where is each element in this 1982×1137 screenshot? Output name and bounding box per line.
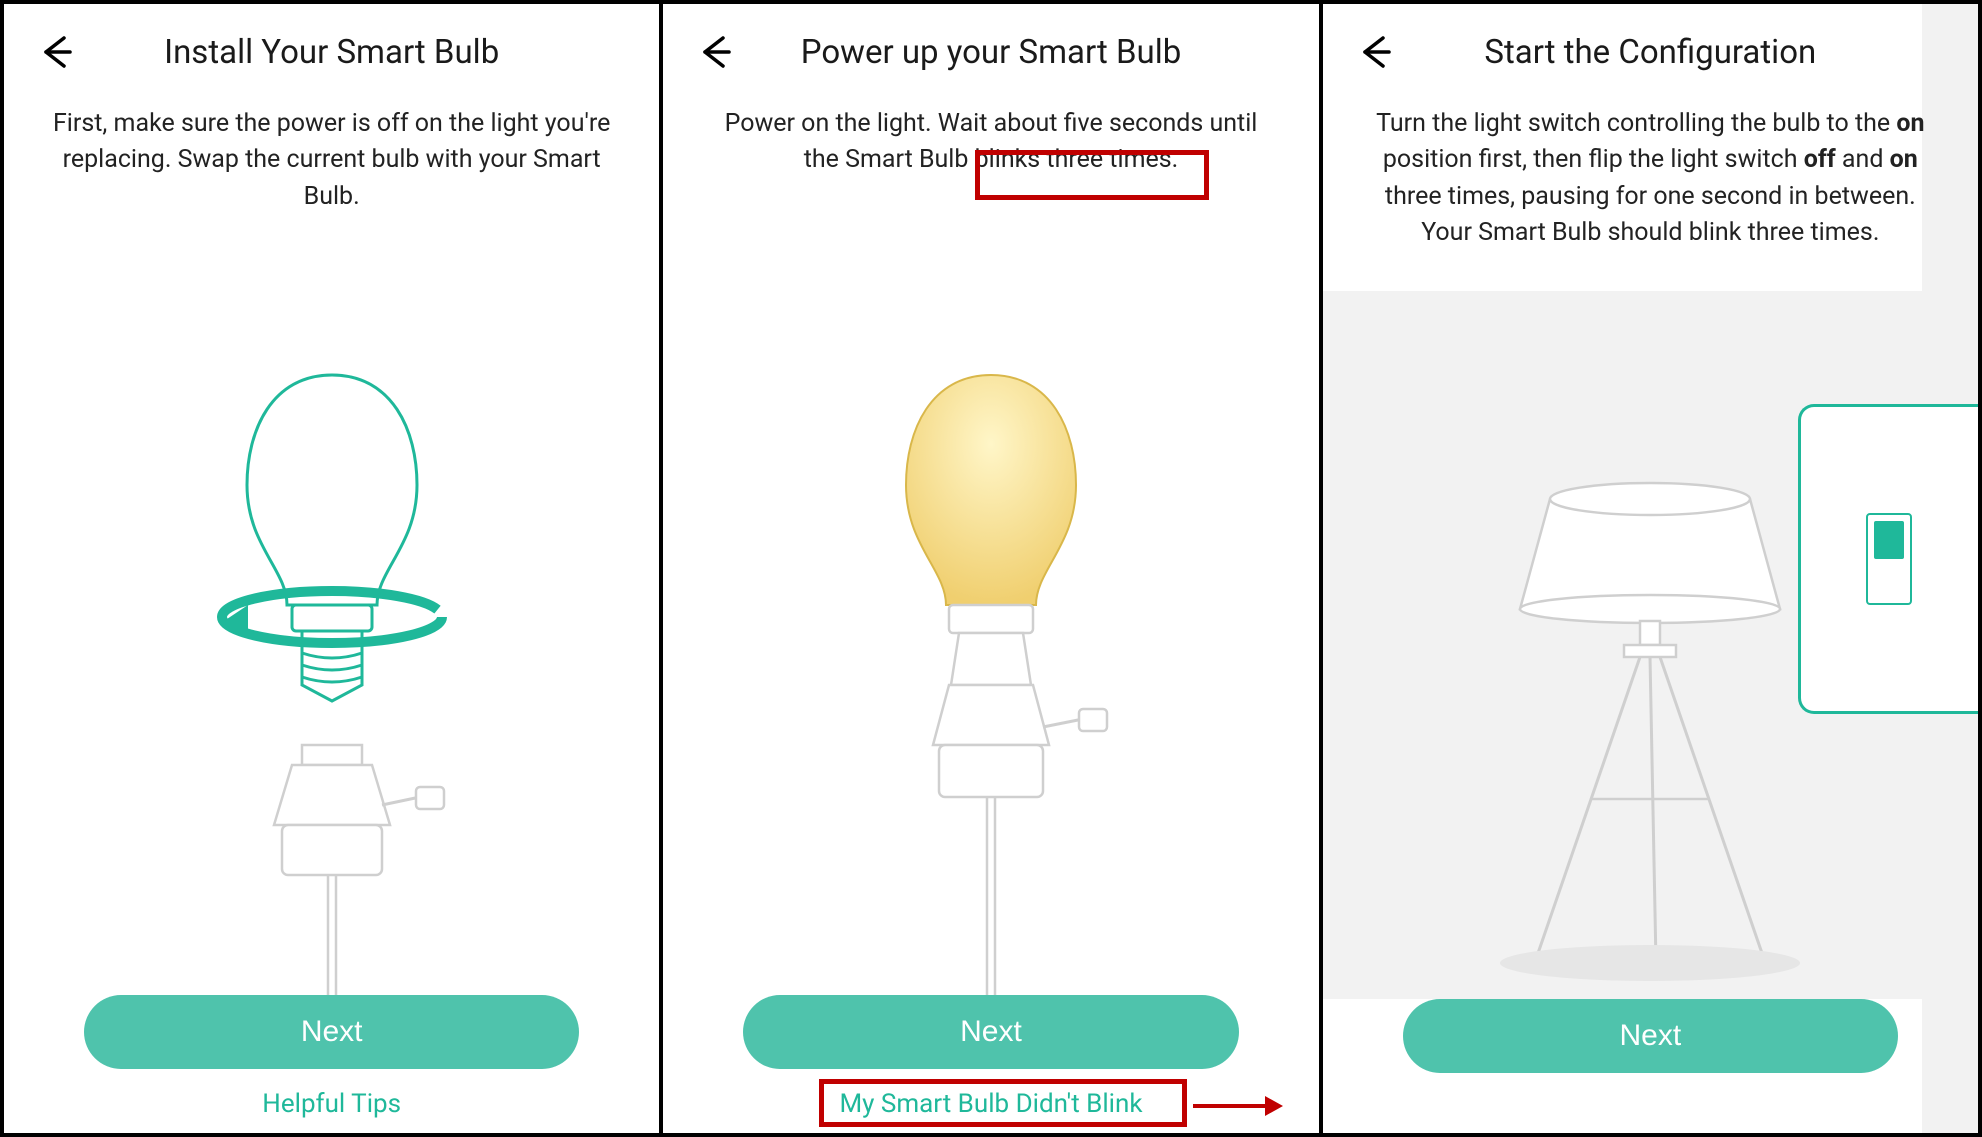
page-title: Install Your Smart Bulb: [80, 33, 583, 72]
description-text: First, make sure the power is off on the…: [4, 86, 659, 215]
bulb-install-illustration: [4, 215, 659, 995]
panel-power-up: Power up your Smart Bulb Power on the li…: [663, 4, 1322, 1133]
page-title: Power up your Smart Bulb: [739, 33, 1242, 72]
helpful-tips-link[interactable]: Helpful Tips: [262, 1089, 401, 1119]
description-text: Power on the light. Wait about five seco…: [663, 86, 1318, 179]
back-arrow-icon: [1355, 32, 1395, 72]
didnt-blink-link[interactable]: My Smart Bulb Didn't Blink: [839, 1089, 1142, 1119]
panel-install: Install Your Smart Bulb First, make sure…: [4, 4, 663, 1133]
next-button[interactable]: Next: [1403, 999, 1898, 1073]
header: Start the Configuration: [1323, 4, 1978, 86]
back-arrow-icon: [695, 32, 735, 72]
bulb-glowing-illustration: [663, 179, 1318, 996]
next-button-label: Next: [960, 1015, 1022, 1049]
next-button-label: Next: [1619, 1019, 1681, 1053]
header: Install Your Smart Bulb: [4, 4, 659, 86]
next-button[interactable]: Next: [84, 995, 579, 1069]
panel-configuration: Start the Configuration Turn the light s…: [1323, 4, 1978, 1133]
wall-switch-card[interactable]: [1798, 404, 1978, 714]
header: Power up your Smart Bulb: [663, 4, 1318, 86]
next-button[interactable]: Next: [743, 995, 1238, 1069]
description-text: Turn the light switch controlling the bu…: [1323, 86, 1978, 251]
page-title: Start the Configuration: [1399, 33, 1902, 72]
back-button[interactable]: [691, 28, 739, 76]
wall-switch-icon: [1866, 513, 1912, 605]
back-button[interactable]: [1351, 28, 1399, 76]
back-arrow-icon: [36, 32, 76, 72]
back-button[interactable]: [32, 28, 80, 76]
next-button-label: Next: [301, 1015, 363, 1049]
